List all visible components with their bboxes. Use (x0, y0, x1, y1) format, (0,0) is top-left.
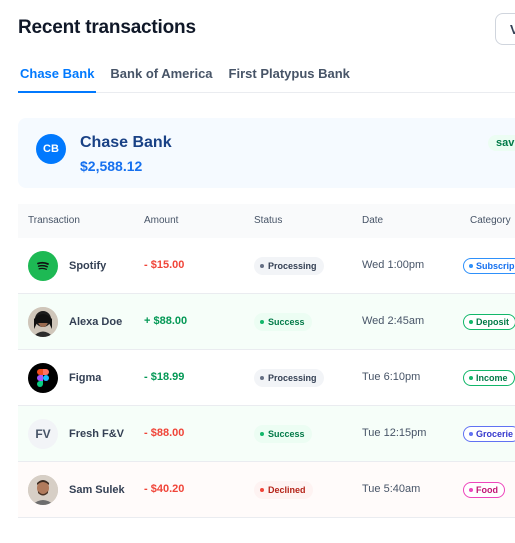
table-row[interactable]: FV Fresh F&V - $88.00 Success Tue 12:15p… (18, 406, 515, 462)
category-badge: Income (463, 370, 515, 386)
tab-bank-of-america[interactable]: Bank of America (110, 66, 212, 93)
transaction-date: Wed 2:45am (362, 315, 425, 327)
merchant-name: Spotify (69, 260, 107, 272)
transaction-amount: - $15.00 (144, 259, 185, 271)
transaction-date: Tue 5:40am (362, 483, 421, 495)
transaction-merchant: Spotify (28, 251, 106, 281)
bank-tabs: Chase Bank Bank of America First Platypu… (18, 66, 515, 93)
account-type-badge: savi (488, 135, 515, 151)
table-row[interactable]: Alexa Doe + $88.00 Success Wed 2:45am De… (18, 294, 515, 350)
table-row[interactable]: Figma - $18.99 Processing Tue 6:10pm Inc… (18, 350, 515, 406)
page-title: Recent transactions (18, 17, 196, 38)
transaction-date: Tue 12:15pm (362, 427, 427, 439)
spotify-icon (28, 251, 58, 281)
transaction-date: Tue 6:10pm (362, 371, 421, 383)
tab-first-platypus-bank[interactable]: First Platypus Bank (229, 66, 350, 93)
category-badge: Subscrip (463, 258, 515, 274)
merchant-name: Fresh F&V (69, 428, 125, 440)
transaction-amount: - $88.00 (144, 427, 185, 439)
bank-balance: $2,588.12 (80, 158, 143, 174)
status-badge: Success (254, 425, 312, 443)
status-badge: Processing (254, 257, 324, 275)
figma-icon (28, 363, 58, 393)
status-badge: Success (254, 313, 312, 331)
transaction-merchant: Sam Sulek (28, 475, 125, 505)
column-header-date: Date (362, 215, 384, 226)
avatar (28, 475, 58, 505)
column-header-amount: Amount (144, 215, 179, 226)
transaction-amount: + $88.00 (144, 315, 188, 327)
merchant-name: Figma (69, 372, 102, 384)
transactions-table: Transaction Amount Status Date Category … (18, 204, 515, 518)
column-header-transaction: Transaction (28, 215, 80, 226)
category-badge: Food (463, 482, 505, 498)
table-row[interactable]: Sam Sulek - $40.20 Declined Tue 5:40am F… (18, 462, 515, 518)
transaction-amount: - $18.99 (144, 371, 185, 383)
table-header: Transaction Amount Status Date Category (18, 204, 515, 238)
bank-avatar: CB (36, 134, 66, 164)
merchant-initials-avatar: FV (28, 419, 58, 449)
merchant-name: Sam Sulek (69, 484, 125, 496)
tab-chase-bank[interactable]: Chase Bank (18, 66, 97, 93)
transaction-merchant: FV Fresh F&V (28, 419, 124, 449)
column-header-status: Status (254, 215, 283, 226)
avatar (28, 307, 58, 337)
view-all-button[interactable]: V (495, 13, 515, 45)
category-badge: Deposit (463, 314, 515, 330)
column-header-category: Category (470, 215, 511, 226)
bank-info-card[interactable]: CB Chase Bank $2,588.12 savi (18, 118, 515, 188)
transaction-merchant: Alexa Doe (28, 307, 122, 337)
table-row[interactable]: Spotify - $15.00 Processing Wed 1:00pm S… (18, 238, 515, 294)
bank-name: Chase Bank (80, 134, 172, 151)
transaction-date: Wed 1:00pm (362, 259, 425, 271)
status-badge: Declined (254, 481, 313, 499)
transaction-merchant: Figma (28, 363, 101, 393)
merchant-name: Alexa Doe (69, 316, 123, 328)
category-badge: Grocerie (463, 426, 515, 442)
status-badge: Processing (254, 369, 324, 387)
transaction-amount: - $40.20 (144, 483, 185, 495)
